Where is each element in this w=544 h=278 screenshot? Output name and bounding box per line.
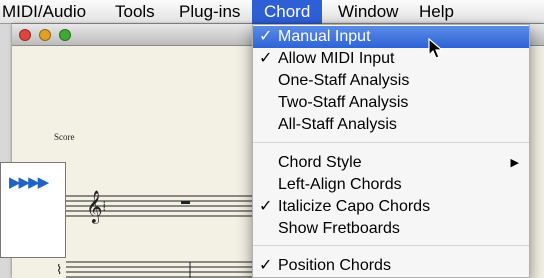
menu-item-label: Two-Staff Analysis bbox=[278, 94, 409, 111]
menu-item-all-staff-analysis[interactable]: All-Staff Analysis bbox=[253, 114, 529, 136]
menu-item-label: Italicize Capo Chords bbox=[278, 198, 431, 215]
whole-rest bbox=[181, 201, 190, 204]
menu-item-left-align-chords[interactable]: Left-Align Chords bbox=[253, 174, 529, 196]
menu-separator bbox=[253, 142, 529, 143]
submenu-arrow-icon: ▶ bbox=[510, 157, 519, 169]
staff-bracket-icon: ⌇ bbox=[56, 262, 62, 277]
checkmark-icon: ✓ bbox=[259, 257, 273, 274]
menu-item-label: Chord Style bbox=[278, 154, 362, 171]
menu-item-label: Allow MIDI Input bbox=[278, 50, 395, 67]
play-arrows-icon[interactable]: ▶▶▶▶ bbox=[9, 173, 49, 191]
menu-item-chord-style[interactable]: Chord Style ▶ bbox=[253, 152, 529, 174]
checkmark-icon: ✓ bbox=[259, 28, 273, 45]
chord-menu-dropdown: ✓ Manual Input ✓ Allow MIDI Input One-Staff … bbox=[252, 24, 530, 278]
menu-item-label: Left-Align Chords bbox=[278, 176, 402, 193]
menu-item-label: Show Fretboards bbox=[278, 220, 400, 237]
menu-item-allow-midi-input[interactable]: ✓ Allow MIDI Input bbox=[253, 48, 529, 70]
mouse-cursor-icon bbox=[428, 38, 444, 59]
menu-item-label: One-Staff Analysis bbox=[278, 72, 410, 89]
menu-item-label: Position Chords bbox=[278, 257, 391, 274]
menu-item-label: Manual Input bbox=[278, 28, 371, 45]
menu-item-manual-input[interactable]: ✓ Manual Input bbox=[253, 26, 529, 48]
menu-item-label: All-Staff Analysis bbox=[278, 116, 397, 133]
treble-clef-icon: 𝄞 bbox=[86, 191, 103, 224]
menu-item-position-chords[interactable]: ✓ Position Chords bbox=[253, 255, 529, 277]
menu-item-two-staff-analysis[interactable]: Two-Staff Analysis bbox=[253, 92, 529, 114]
checkmark-icon: ✓ bbox=[259, 50, 273, 67]
menu-separator bbox=[253, 245, 529, 246]
menu-item-show-fretboards[interactable]: Show Fretboards bbox=[253, 218, 529, 240]
menu-item-one-staff-analysis[interactable]: One-Staff Analysis bbox=[253, 70, 529, 92]
playback-panel: ▶▶▶▶ bbox=[0, 162, 66, 258]
checkmark-icon: ✓ bbox=[259, 198, 273, 215]
menu-item-italicize-capo-chords[interactable]: ✓ Italicize Capo Chords bbox=[253, 196, 529, 218]
